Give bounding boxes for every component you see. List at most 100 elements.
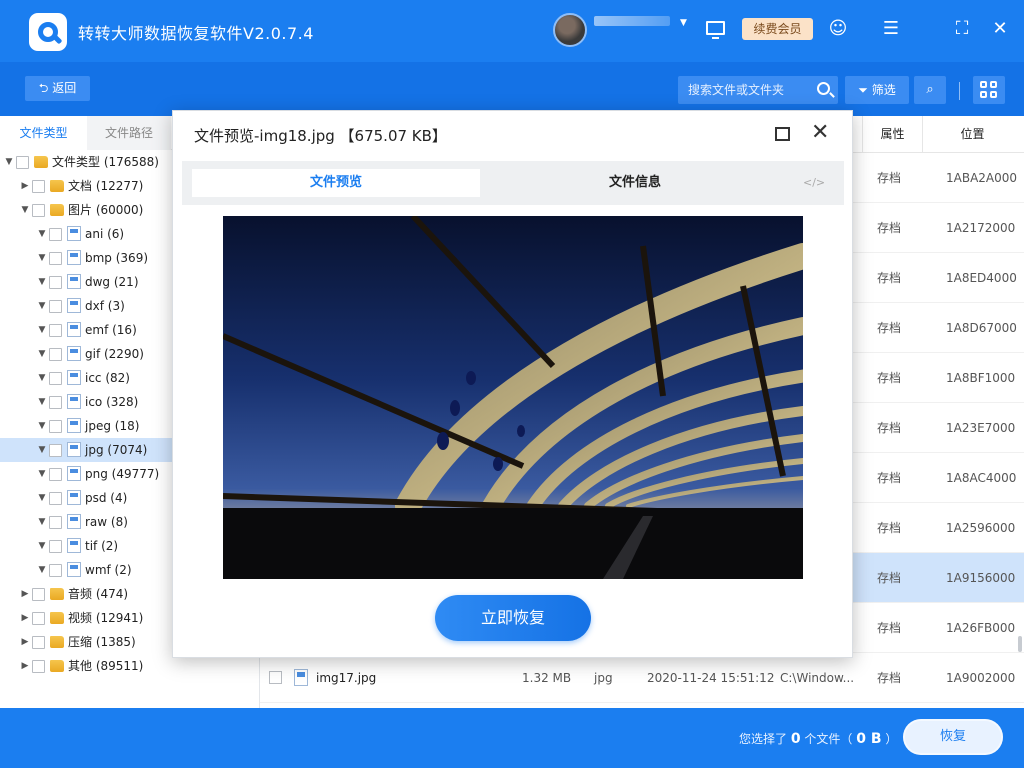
- file-attr: 存档: [877, 521, 902, 535]
- search-icon[interactable]: [817, 82, 830, 95]
- expand-arrow-icon[interactable]: ▶: [20, 582, 30, 606]
- folder-icon: [50, 180, 64, 192]
- selection-status: 您选择了 0 个文件（ 0 B ）: [739, 730, 897, 747]
- dialog-close-icon[interactable]: ✕: [811, 120, 829, 146]
- search-list-icon: ⌕: [926, 82, 934, 97]
- image-file-icon: [67, 274, 81, 289]
- tree-checkbox[interactable]: [49, 540, 62, 553]
- maximize-icon[interactable]: [775, 127, 790, 141]
- table-row[interactable]: img17.jpg 1.32 MB jpg 2020-11-24 15:51:12 C:…: [260, 653, 1024, 703]
- image-file-icon: [67, 250, 81, 265]
- collapse-arrow-icon[interactable]: ▼: [37, 486, 47, 510]
- collapse-arrow-icon[interactable]: ▼: [37, 558, 47, 582]
- collapse-arrow-icon[interactable]: ▼: [4, 150, 14, 174]
- status-prefix: 您选择了: [739, 732, 788, 746]
- app-logo-icon: [29, 13, 67, 51]
- collapse-arrow-icon[interactable]: ▼: [37, 414, 47, 438]
- tree-item-label: gif (2290): [85, 347, 144, 361]
- collapse-arrow-icon[interactable]: ▼: [37, 222, 47, 246]
- tree-checkbox[interactable]: [49, 324, 62, 337]
- expand-arrow-icon[interactable]: ▶: [20, 606, 30, 630]
- user-menu-chevron-down-icon[interactable]: ▼: [680, 18, 687, 28]
- collapse-arrow-icon[interactable]: ▼: [37, 342, 47, 366]
- collapse-arrow-icon[interactable]: ▼: [37, 510, 47, 534]
- file-location: 1A2596000: [946, 521, 1016, 535]
- user-avatar[interactable]: [553, 13, 587, 47]
- file-location: 1A2172000: [946, 221, 1016, 235]
- tree-checkbox[interactable]: [49, 300, 62, 313]
- toolbar: ⮌ 返回 搜索文件或文件夹 ⏷ 筛选 ⌕: [0, 62, 1024, 116]
- collapse-arrow-icon[interactable]: ▼: [37, 534, 47, 558]
- tree-checkbox[interactable]: [49, 492, 62, 505]
- scrollbar-thumb[interactable]: [1018, 636, 1022, 652]
- back-label: 返回: [52, 81, 77, 95]
- tree-checkbox[interactable]: [32, 204, 45, 217]
- image-file-icon: [294, 669, 308, 686]
- tree-item-label: wmf (2): [85, 563, 132, 577]
- recover-now-button[interactable]: 立即恢复: [435, 595, 591, 641]
- file-attr: 存档: [877, 221, 902, 235]
- expand-arrow-icon[interactable]: ▶: [20, 630, 30, 654]
- recover-button[interactable]: 恢复: [903, 719, 1003, 755]
- expand-arrow-icon[interactable]: ▶: [20, 654, 30, 678]
- username-blurred[interactable]: [594, 16, 670, 26]
- file-attr: 存档: [877, 671, 902, 685]
- search-input[interactable]: 搜索文件或文件夹: [678, 76, 838, 104]
- fullscreen-icon[interactable]: ⛶: [951, 18, 973, 40]
- file-location: 1A9156000: [946, 571, 1016, 585]
- tree-checkbox[interactable]: [16, 156, 29, 169]
- tree-checkbox[interactable]: [32, 636, 45, 649]
- filter-button[interactable]: ⏷ 筛选: [845, 76, 909, 104]
- tree-checkbox[interactable]: [49, 348, 62, 361]
- tree-checkbox[interactable]: [32, 588, 45, 601]
- collapse-arrow-icon[interactable]: ▼: [37, 438, 47, 462]
- menu-icon[interactable]: ☰: [880, 18, 902, 40]
- tab-file-path[interactable]: 文件路径: [87, 116, 171, 150]
- column-header-attr[interactable]: 属性: [862, 116, 922, 153]
- monitor-icon[interactable]: [706, 21, 725, 39]
- tab-file-type[interactable]: 文件类型: [0, 116, 87, 150]
- grid-view-button[interactable]: [973, 76, 1005, 104]
- customer-service-icon[interactable]: ☺: [827, 18, 849, 40]
- tab-file-preview[interactable]: 文件预览: [192, 169, 480, 197]
- expand-arrow-icon[interactable]: ▶: [20, 174, 30, 198]
- tab-code-view[interactable]: </>: [803, 169, 825, 197]
- tree-checkbox[interactable]: [49, 516, 62, 529]
- close-icon[interactable]: ✕: [989, 18, 1011, 40]
- collapse-arrow-icon[interactable]: ▼: [37, 366, 47, 390]
- tree-checkbox[interactable]: [49, 228, 62, 241]
- image-file-icon: [67, 370, 81, 385]
- status-mid: 个文件（: [804, 732, 853, 746]
- tree-checkbox[interactable]: [49, 396, 62, 409]
- collapse-arrow-icon[interactable]: ▼: [37, 294, 47, 318]
- tree-item-label: bmp (369): [85, 251, 149, 265]
- tree-item-label: jpeg (18): [85, 419, 140, 433]
- tree-checkbox[interactable]: [49, 252, 62, 265]
- tab-file-info[interactable]: 文件信息: [609, 169, 661, 197]
- collapse-arrow-icon[interactable]: ▼: [20, 198, 30, 222]
- collapse-arrow-icon[interactable]: ▼: [37, 270, 47, 294]
- collapse-arrow-icon[interactable]: ▼: [37, 318, 47, 342]
- tree-checkbox[interactable]: [32, 612, 45, 625]
- tree-checkbox[interactable]: [32, 180, 45, 193]
- tree-checkbox[interactable]: [49, 372, 62, 385]
- tree-checkbox[interactable]: [49, 276, 62, 289]
- tree-item-label: 文件类型 (176588): [52, 155, 159, 169]
- file-attr: 存档: [877, 621, 902, 635]
- file-attr: 存档: [877, 471, 902, 485]
- renew-vip-button[interactable]: 续费会员: [742, 18, 813, 40]
- column-header-location[interactable]: 位置: [922, 116, 1022, 153]
- tree-checkbox[interactable]: [49, 444, 62, 457]
- status-suffix: ）: [885, 732, 898, 746]
- collapse-arrow-icon[interactable]: ▼: [37, 390, 47, 414]
- back-button[interactable]: ⮌ 返回: [25, 76, 90, 101]
- advanced-search-button[interactable]: ⌕: [914, 76, 946, 104]
- tree-checkbox[interactable]: [32, 660, 45, 673]
- tree-checkbox[interactable]: [49, 468, 62, 481]
- file-path: C:\Window...: [780, 671, 855, 685]
- collapse-arrow-icon[interactable]: ▼: [37, 246, 47, 270]
- tree-checkbox[interactable]: [49, 420, 62, 433]
- row-checkbox[interactable]: [269, 671, 282, 684]
- collapse-arrow-icon[interactable]: ▼: [37, 462, 47, 486]
- tree-checkbox[interactable]: [49, 564, 62, 577]
